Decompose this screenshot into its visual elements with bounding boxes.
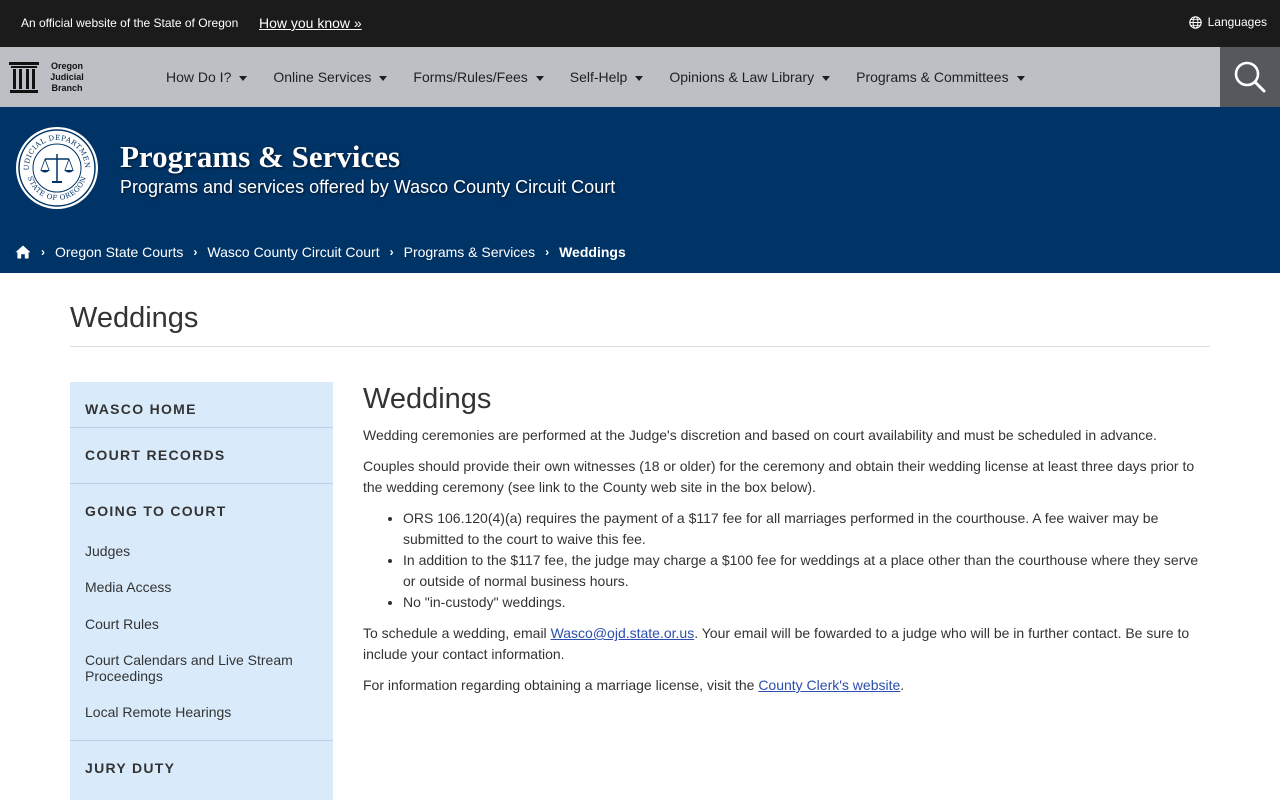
nav-label: Programs & Committees bbox=[856, 69, 1009, 85]
content-paragraph-3: To schedule a wedding, email Wasco@ojd.s… bbox=[363, 623, 1213, 665]
email-link[interactable]: Wasco@ojd.state.or.us bbox=[551, 625, 695, 641]
sidebar-item-jury-duty[interactable]: JURY DUTY bbox=[70, 760, 333, 776]
page-banner: JUDICIAL DEPARTMENT STATE OF OREGON Prog… bbox=[0, 107, 1280, 273]
logo-line-3: Branch bbox=[51, 82, 83, 93]
nav-online-services[interactable]: Online Services bbox=[273, 69, 388, 85]
nav-label: Self-Help bbox=[569, 69, 628, 85]
chevron-right-icon: › bbox=[41, 245, 45, 259]
content-heading: Weddings bbox=[363, 383, 492, 415]
main-navigation: Oregon Judicial Branch How Do I? Online … bbox=[0, 47, 1280, 107]
logo-line-2: Judicial bbox=[50, 71, 84, 82]
sidebar-item-wasco-home[interactable]: WASCO HOME bbox=[70, 401, 333, 417]
logo-line-1: Oregon bbox=[50, 60, 83, 71]
courthouse-pillars-icon bbox=[9, 62, 39, 93]
sidebar-item-court-records[interactable]: COURT RECORDS bbox=[70, 447, 333, 463]
list-item: ORS 106.120(4)(a) requires the payment o… bbox=[403, 508, 1213, 550]
list-item: In addition to the $117 fee, the judge m… bbox=[403, 550, 1213, 592]
search-button[interactable] bbox=[1220, 47, 1280, 107]
caret-down-icon bbox=[822, 75, 831, 81]
breadcrumb: › Oregon State Courts › Wasco County Cir… bbox=[15, 243, 626, 261]
nav-forms-rules-fees[interactable]: Forms/Rules/Fees bbox=[413, 69, 544, 85]
sidebar-nav: WASCO HOME COURT RECORDS GOING TO COURT … bbox=[70, 382, 333, 800]
sidebar-section-court-records: COURT RECORDS bbox=[70, 428, 333, 484]
nav-programs-committees[interactable]: Programs & Committees bbox=[856, 69, 1025, 85]
nav-label: Online Services bbox=[273, 69, 372, 85]
official-banner: An official website of the State of Oreg… bbox=[0, 0, 1280, 47]
how-you-know-link[interactable]: How you know » bbox=[259, 15, 362, 31]
nav-menu: How Do I? Online Services Forms/Rules/Fe… bbox=[166, 47, 1051, 107]
breadcrumb-current: Weddings bbox=[559, 244, 626, 260]
sidebar-link-media-access[interactable]: Media Access bbox=[70, 579, 333, 595]
caret-down-icon bbox=[1016, 75, 1025, 81]
breadcrumb-wasco-county-circuit-court[interactable]: Wasco County Circuit Court bbox=[207, 244, 379, 260]
nav-label: Opinions & Law Library bbox=[669, 69, 815, 85]
languages-label: Languages bbox=[1207, 15, 1267, 29]
sidebar-link-court-rules[interactable]: Court Rules bbox=[70, 616, 333, 632]
logo-text: Oregon Judicial Branch bbox=[45, 61, 89, 94]
sidebar-link-judges[interactable]: Judges bbox=[70, 543, 333, 559]
caret-down-icon bbox=[239, 75, 248, 81]
globe-icon bbox=[1188, 15, 1202, 29]
county-clerk-link[interactable]: County Clerk's website bbox=[758, 677, 900, 693]
content-paragraph-1: Wedding ceremonies are performed at the … bbox=[363, 427, 1157, 443]
fee-list: ORS 106.120(4)(a) requires the payment o… bbox=[363, 508, 1213, 613]
home-icon[interactable] bbox=[15, 244, 31, 260]
chevron-right-icon: › bbox=[545, 245, 550, 259]
content-paragraph-2: Couples should provide their own witness… bbox=[363, 458, 1195, 495]
banner-subtitle: Programs and services offered by Wasco C… bbox=[120, 177, 616, 197]
title-divider bbox=[70, 346, 1210, 347]
caret-down-icon bbox=[535, 75, 544, 81]
breadcrumb-oregon-state-courts[interactable]: Oregon State Courts bbox=[55, 244, 183, 260]
text-span: For information regarding obtaining a ma… bbox=[363, 677, 759, 693]
sidebar-link-court-calendars[interactable]: Court Calendars and Live Stream Proceedi… bbox=[70, 652, 333, 684]
text-span: . bbox=[900, 677, 905, 693]
page-title: Weddings bbox=[70, 302, 199, 334]
nav-how-do-i[interactable]: How Do I? bbox=[166, 69, 248, 85]
chevron-right-icon: › bbox=[193, 245, 198, 259]
languages-button[interactable]: Languages bbox=[1188, 15, 1267, 29]
caret-down-icon bbox=[379, 75, 388, 81]
ojd-logo[interactable]: Oregon Judicial Branch bbox=[9, 58, 91, 96]
official-site-text: An official website of the State of Oreg… bbox=[21, 16, 239, 30]
main-content: Weddings Wedding ceremonies are performe… bbox=[363, 382, 1213, 696]
text-span: To schedule a wedding, email bbox=[363, 625, 551, 641]
caret-down-icon bbox=[635, 75, 644, 81]
sidebar-item-going-to-court[interactable]: GOING TO COURT bbox=[70, 503, 333, 519]
sidebar-link-local-remote-hearings[interactable]: Local Remote Hearings bbox=[70, 704, 333, 720]
nav-self-help[interactable]: Self-Help bbox=[570, 69, 644, 85]
sidebar-section-jury-duty: JURY DUTY bbox=[70, 741, 333, 776]
nav-label: How Do I? bbox=[166, 69, 232, 85]
search-icon bbox=[1234, 61, 1266, 93]
list-item: No "in-custody" weddings. bbox=[403, 592, 1213, 613]
content-paragraph-4: For information regarding obtaining a ma… bbox=[363, 675, 1213, 696]
scales-of-justice-icon: JUDICIAL DEPARTMENT STATE OF OREGON bbox=[15, 126, 98, 209]
chevron-right-icon: › bbox=[389, 245, 394, 259]
nav-opinions-law-library[interactable]: Opinions & Law Library bbox=[669, 69, 831, 85]
breadcrumb-programs-services[interactable]: Programs & Services bbox=[404, 244, 535, 260]
banner-title: Programs & Services bbox=[120, 139, 401, 174]
nav-label: Forms/Rules/Fees bbox=[413, 69, 528, 85]
sidebar-section-wasco-home: WASCO HOME bbox=[70, 382, 333, 428]
sidebar-section-going-to-court: GOING TO COURT Judges Media Access Court… bbox=[70, 484, 333, 741]
